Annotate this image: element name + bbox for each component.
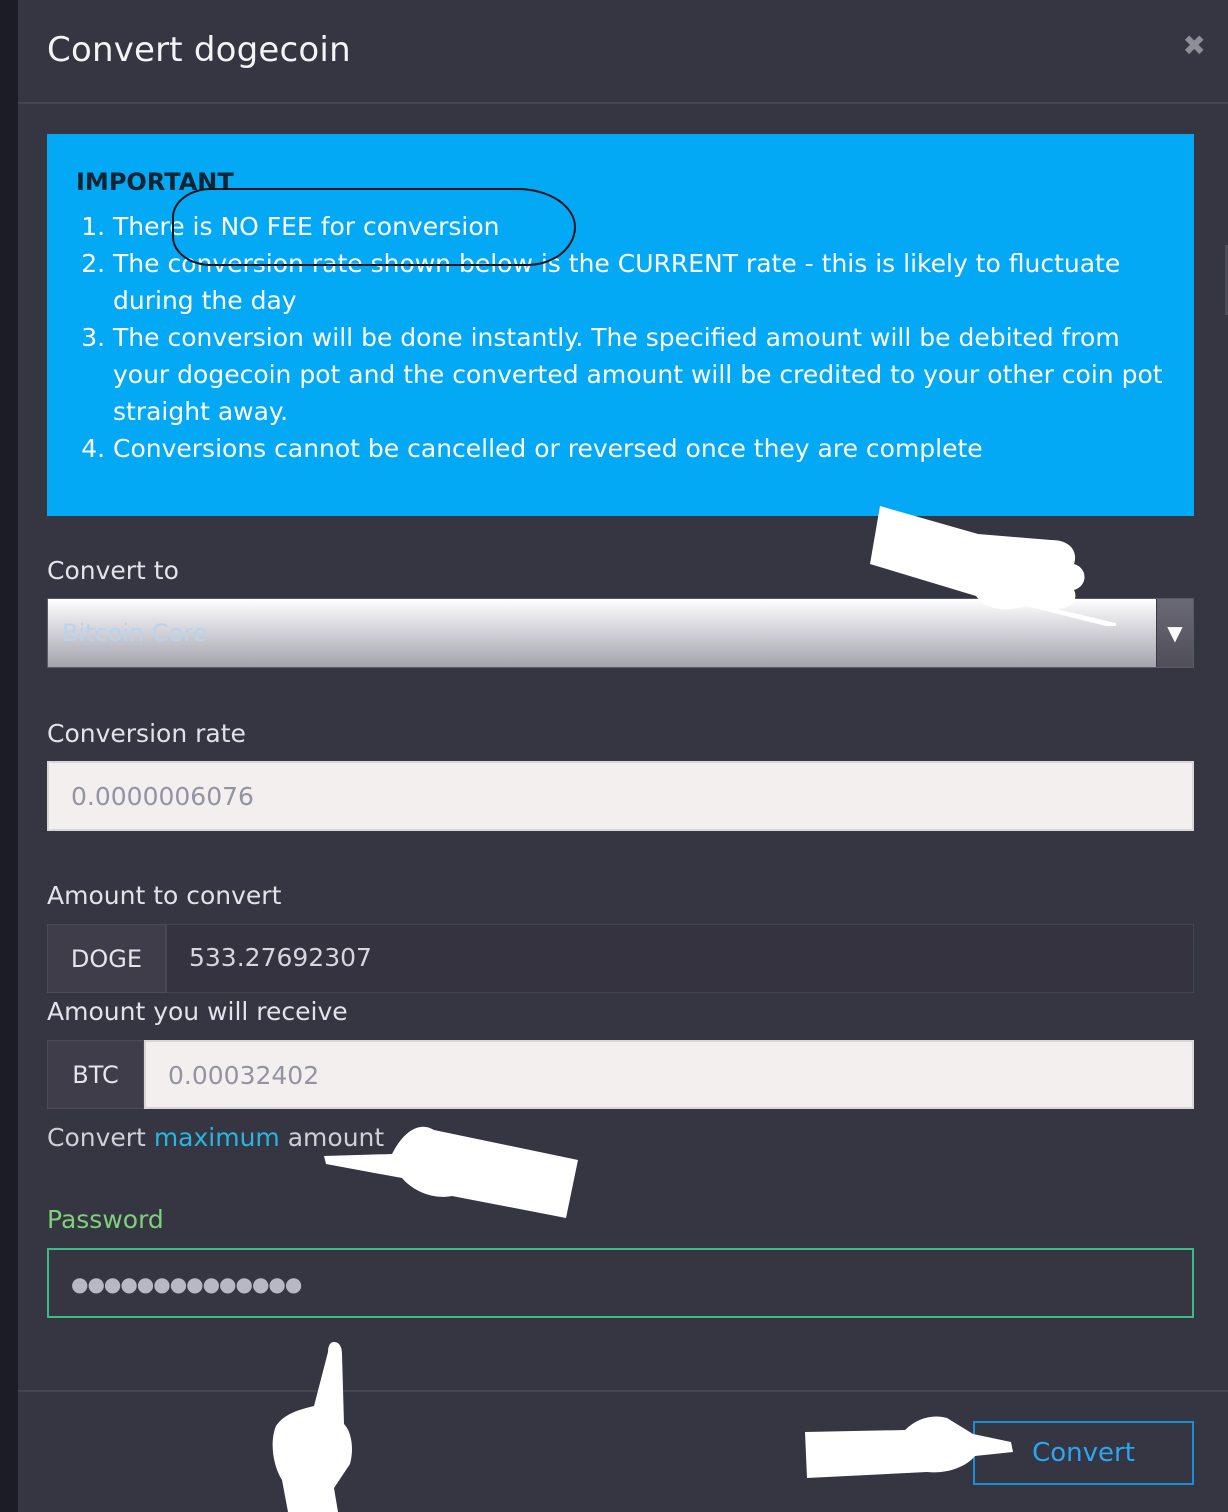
important-notice: IMPORTANT There is NO FEE for conversion… xyxy=(47,134,1194,516)
close-icon[interactable]: ✖ xyxy=(1183,32,1206,60)
notice-heading: IMPORTANT xyxy=(76,168,234,196)
conversion-rate-label: Conversion rate xyxy=(47,719,246,748)
btc-currency-addon: BTC xyxy=(47,1040,144,1109)
convert-max-prefix: Convert xyxy=(47,1123,154,1152)
convert-maximum-link[interactable]: maximum xyxy=(154,1123,280,1152)
amount-to-convert-value: 533.27692307 xyxy=(189,943,372,972)
amount-receive-value: 0.00032402 xyxy=(168,1061,320,1090)
convert-to-label: Convert to xyxy=(47,556,179,585)
notice-list: There is NO FEE for conversion The conve… xyxy=(76,208,1163,467)
dropdown-arrow-icon[interactable]: ▼ xyxy=(1156,599,1193,667)
password-mask: ●●●●●●●●●●●●●● xyxy=(71,1272,302,1296)
conversion-rate-field: 0.0000006076 xyxy=(47,761,1194,831)
convert-modal: Convert dogecoin ✖ IMPORTANT There is NO… xyxy=(18,0,1228,1512)
footer-divider xyxy=(18,1390,1228,1392)
notice-item: The conversion rate shown below is the C… xyxy=(113,245,1163,319)
notice-item: The conversion will be done instantly. T… xyxy=(113,319,1163,430)
modal-title: Convert dogecoin xyxy=(47,30,351,70)
notice-item: There is NO FEE for conversion xyxy=(113,208,1163,245)
modal-header: Convert dogecoin ✖ xyxy=(18,0,1228,104)
convert-button[interactable]: Convert xyxy=(973,1421,1194,1485)
convert-maximum-text: Convert maximum amount xyxy=(47,1123,384,1152)
doge-currency-addon: DOGE xyxy=(47,924,166,993)
convert-to-value: Bitcoin Core xyxy=(62,619,208,647)
password-input[interactable]: ●●●●●●●●●●●●●● xyxy=(47,1248,1194,1318)
amount-receive-field: 0.00032402 xyxy=(144,1040,1194,1109)
password-label: Password xyxy=(47,1205,164,1234)
conversion-rate-value: 0.0000006076 xyxy=(71,782,254,811)
pointing-up-hand-icon xyxy=(272,1342,352,1512)
amount-to-convert-input[interactable]: 533.27692307 xyxy=(166,924,1194,993)
amount-receive-label: Amount you will receive xyxy=(47,997,348,1026)
convert-max-suffix: amount xyxy=(279,1123,385,1152)
amount-to-convert-label: Amount to convert xyxy=(47,881,282,910)
notice-item: Conversions cannot be cancelled or rever… xyxy=(113,430,1163,467)
convert-to-select[interactable]: Bitcoin Core ▼ xyxy=(47,598,1194,668)
